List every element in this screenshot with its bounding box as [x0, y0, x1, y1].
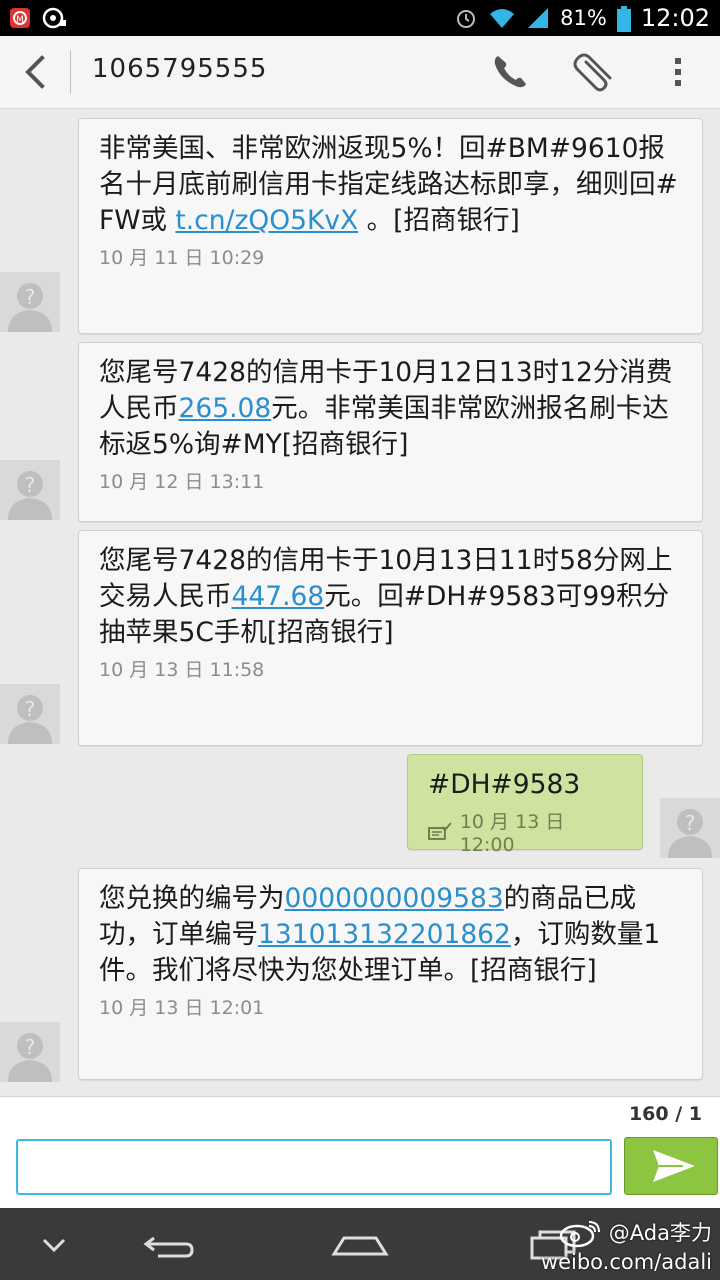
- message-body: 您尾号7428的信用卡于10月12日13时12分消费人民币265.08元。非常美…: [99, 355, 684, 463]
- message-timestamp: 10 月 13 日 11:58: [99, 659, 265, 681]
- phone-icon: [494, 56, 526, 88]
- contact-avatar[interactable]: ?: [0, 684, 60, 744]
- delivered-icon: [428, 821, 452, 840]
- clock: 12:02: [640, 4, 710, 32]
- status-bar: M 81% 12:02: [0, 0, 720, 36]
- send-icon: [653, 1150, 695, 1182]
- home-icon: [331, 1236, 389, 1256]
- message-input[interactable]: [16, 1139, 612, 1195]
- chevron-down-icon: [42, 1238, 66, 1253]
- svg-text:?: ?: [25, 1035, 36, 1059]
- message-timestamp: 10 月 11 日 10:29: [99, 247, 265, 269]
- message-timestamp: 10 月 13 日 12:01: [99, 997, 265, 1019]
- unknown-contact-icon: ?: [0, 460, 60, 520]
- svg-text:?: ?: [25, 473, 36, 497]
- message-bubble[interactable]: 您兑换的编号为0000000009583的商品已成功，订单编号131013132…: [78, 868, 703, 1080]
- order-number-link[interactable]: 131013132201862: [258, 919, 511, 950]
- hide-keyboard-button[interactable]: [24, 1224, 84, 1264]
- action-bar-divider: [70, 50, 71, 94]
- compose-bar: 160 / 1: [0, 1096, 720, 1209]
- amount-link[interactable]: 265.08: [179, 393, 272, 424]
- my-avatar[interactable]: ?: [660, 798, 720, 858]
- message-bubble[interactable]: 非常美国、非常欧洲返现5%！回#BM#9610报名十月底前刷信用卡指定线路达标即…: [78, 118, 703, 334]
- message-timestamp: 10 月 12 日 13:11: [99, 471, 265, 493]
- conversation-title: 1065795555: [92, 54, 268, 84]
- contact-avatar[interactable]: ?: [0, 460, 60, 520]
- app-notification-icon: M: [8, 6, 32, 30]
- watermark: @Ada李力 weibo.com/adali: [541, 1218, 712, 1276]
- action-bar: 1065795555: [0, 36, 720, 109]
- svg-text:M: M: [16, 15, 24, 25]
- message-bubble[interactable]: 您尾号7428的信用卡于10月12日13时12分消费人民币265.08元。非常美…: [78, 342, 703, 522]
- svg-text:?: ?: [25, 285, 36, 309]
- unknown-contact-icon: ?: [0, 684, 60, 744]
- unknown-contact-icon: ?: [660, 798, 720, 858]
- character-counter: 160 / 1: [628, 1103, 702, 1125]
- call-button[interactable]: [488, 50, 532, 94]
- battery-percent: 81%: [560, 6, 607, 30]
- message-meta: 10 月 13 日 12:00: [428, 807, 624, 856]
- svg-text:?: ?: [685, 811, 696, 835]
- signal-icon: [526, 6, 550, 30]
- media-notification-icon: [42, 6, 66, 30]
- message-body: 非常美国、非常欧洲返现5%！回#BM#9610报名十月底前刷信用卡指定线路达标即…: [99, 131, 684, 239]
- battery-icon: [616, 6, 631, 32]
- message-text: 您兑换的编号为: [99, 883, 285, 914]
- contact-avatar[interactable]: ?: [0, 1022, 60, 1082]
- send-button[interactable]: [624, 1137, 718, 1195]
- contact-avatar[interactable]: ?: [0, 272, 60, 332]
- overflow-menu-button[interactable]: [656, 50, 700, 94]
- message-body: #DH#9583: [428, 769, 581, 800]
- weibo-logo-icon: [559, 1221, 600, 1248]
- unknown-contact-icon: ?: [0, 272, 60, 332]
- nav-back-button[interactable]: [138, 1224, 198, 1264]
- attach-button[interactable]: [570, 50, 614, 94]
- back-arrow-icon: [143, 1236, 194, 1258]
- svg-text:?: ?: [25, 697, 36, 721]
- message-body: 您尾号7428的信用卡于10月13日11时58分网上交易人民币447.68元。回…: [99, 543, 684, 651]
- message-body: 您兑换的编号为0000000009583的商品已成功，订单编号131013132…: [99, 881, 684, 989]
- message-text: 。[招商银行]: [358, 205, 520, 236]
- back-button[interactable]: [16, 50, 56, 94]
- message-link[interactable]: t.cn/zQO5KvX: [175, 205, 358, 236]
- message-timestamp: 10 月 13 日 12:00: [459, 811, 565, 856]
- message-list[interactable]: ? 非常美国、非常欧洲返现5%！回#BM#9610报名十月底前刷信用卡指定线路达…: [0, 108, 720, 1096]
- item-number-link[interactable]: 0000000009583: [285, 883, 504, 914]
- sent-message-bubble[interactable]: #DH#9583 10 月 13 日 12:00: [407, 754, 643, 856]
- paperclip-icon: [573, 53, 612, 92]
- nav-home-button[interactable]: [330, 1224, 390, 1264]
- overflow-menu-icon: [675, 58, 681, 86]
- alarm-icon: [454, 6, 478, 30]
- back-icon: [25, 55, 45, 89]
- watermark-url: weibo.com/adali: [540, 1250, 712, 1274]
- amount-link[interactable]: 447.68: [232, 581, 325, 612]
- message-bubble[interactable]: 您尾号7428的信用卡于10月13日11时58分网上交易人民币447.68元。回…: [78, 530, 703, 746]
- watermark-handle: @Ada李力: [608, 1221, 712, 1245]
- unknown-contact-icon: ?: [0, 1022, 60, 1082]
- wifi-icon: [488, 6, 516, 30]
